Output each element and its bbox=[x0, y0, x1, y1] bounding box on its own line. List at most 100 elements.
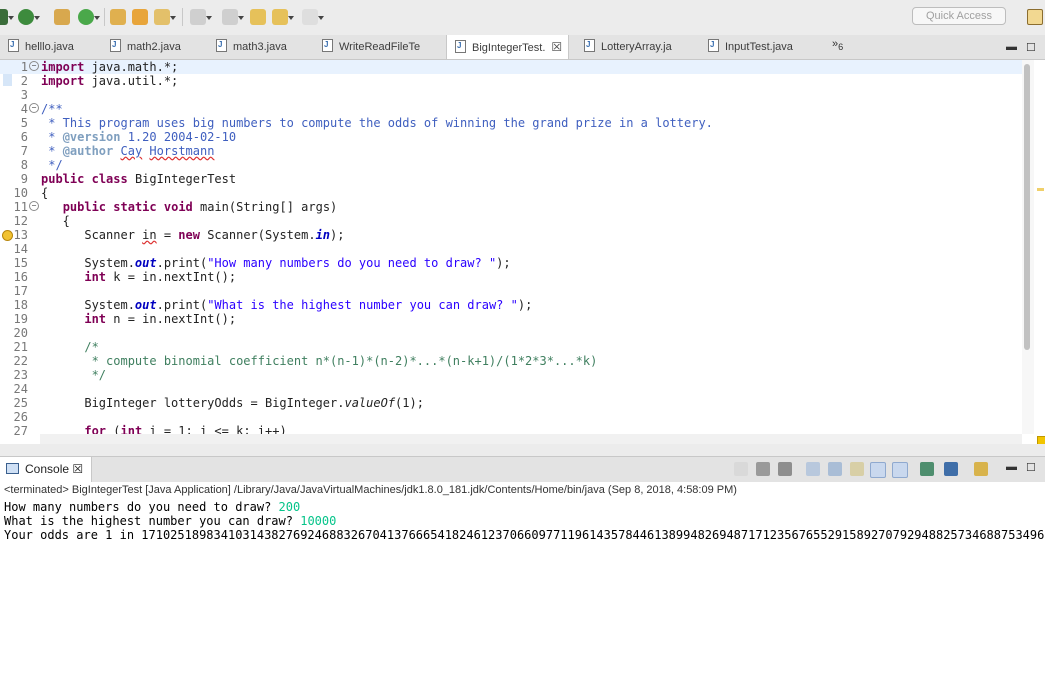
close-icon[interactable]: ☒ bbox=[551, 40, 562, 54]
java-file-icon bbox=[455, 34, 466, 58]
code-line: 16 int k = in.nextInt(); bbox=[13, 270, 237, 284]
code-line: 9 public class BigIntegerTest bbox=[20, 172, 237, 186]
code-line: 14 bbox=[13, 242, 28, 256]
java-file-icon bbox=[216, 33, 227, 57]
perspective-icon[interactable] bbox=[1027, 9, 1043, 25]
console-line: How many numbers do you need to draw? 20… bbox=[4, 500, 301, 514]
tab-writereadfile[interactable]: WriteReadFileTe bbox=[322, 33, 421, 59]
forward-icon[interactable] bbox=[302, 9, 324, 25]
search-icon[interactable] bbox=[154, 9, 176, 25]
debug-icon[interactable] bbox=[0, 9, 14, 25]
remove-launch-icon[interactable] bbox=[756, 462, 770, 476]
tab-label: LotteryArray.ja bbox=[601, 41, 672, 53]
code-line: 24 bbox=[13, 382, 28, 396]
code-line: 7 * @author Cay Horstmann bbox=[20, 144, 215, 158]
overview-ruler bbox=[1035, 60, 1045, 444]
console-icon bbox=[6, 463, 19, 474]
remove-all-launches-icon[interactable] bbox=[778, 462, 792, 476]
code-line: 5 * This program uses big numbers to com… bbox=[20, 116, 713, 130]
maximize-icon[interactable]: ☐ bbox=[1026, 461, 1036, 474]
tab-math2-java[interactable]: math2.java bbox=[110, 33, 181, 59]
code-line: 4−/** bbox=[20, 102, 63, 116]
new-package-icon[interactable] bbox=[54, 9, 70, 25]
horizontal-scrollbar[interactable] bbox=[40, 434, 1022, 444]
display-console-icon[interactable] bbox=[944, 462, 958, 476]
code-line: 11− public static void main(String[] arg… bbox=[13, 200, 338, 214]
close-icon[interactable]: ☒ bbox=[72, 462, 83, 476]
warning-marker[interactable] bbox=[1037, 188, 1044, 191]
code-line: 23 */ bbox=[13, 368, 107, 382]
clear-console-icon[interactable] bbox=[806, 462, 820, 476]
java-file-icon bbox=[322, 33, 333, 57]
console-line: What is the highest number you can draw?… bbox=[4, 514, 337, 528]
overview-status-icon[interactable] bbox=[1037, 436, 1045, 444]
main-toolbar: Quick Access bbox=[0, 0, 1045, 33]
console-line: Your odds are 1 in 171025189834103143827… bbox=[4, 528, 1045, 542]
last-edit-icon[interactable] bbox=[250, 9, 266, 25]
terminate-icon[interactable] bbox=[734, 462, 748, 476]
java-file-icon bbox=[584, 33, 595, 57]
fold-icon[interactable]: − bbox=[29, 103, 39, 113]
tab-label: helllo.java bbox=[25, 41, 74, 53]
minimize-icon[interactable]: ▬ bbox=[1006, 41, 1017, 53]
tab-label: math2.java bbox=[127, 41, 181, 53]
tab-label: WriteReadFileTe bbox=[339, 41, 421, 53]
fold-icon[interactable]: − bbox=[29, 61, 39, 71]
new-console-icon[interactable] bbox=[974, 462, 988, 476]
tab-lotteryarray[interactable]: LotteryArray.ja bbox=[584, 33, 672, 59]
code-line: 21 /* bbox=[13, 340, 99, 354]
prev-annotation-icon[interactable] bbox=[222, 9, 244, 25]
tab-label: InputTest.java bbox=[725, 41, 793, 53]
java-file-icon bbox=[110, 33, 121, 57]
console-tab-label: Console bbox=[25, 462, 70, 476]
code-line: 15 System.out.print("How many numbers do… bbox=[13, 256, 511, 270]
open-type-icon[interactable] bbox=[132, 9, 148, 25]
show-on-stdout-icon[interactable] bbox=[870, 462, 886, 478]
editor-tab-bar: helllo.java math2.java math3.java WriteR… bbox=[0, 33, 1045, 60]
java-file-icon bbox=[8, 33, 19, 57]
toolbar-separator bbox=[104, 8, 105, 26]
code-line: 3 bbox=[20, 88, 28, 102]
code-line: 22 * compute binomial coefficient n*(n-1… bbox=[13, 354, 598, 368]
tab-label: BigIntegerTest. bbox=[472, 42, 546, 54]
tab-overflow-button[interactable]: »6 bbox=[832, 38, 843, 52]
code-line: 25 BigInteger lotteryOdds = BigInteger.v… bbox=[13, 396, 424, 410]
code-line: 12 { bbox=[13, 214, 70, 228]
back-icon[interactable] bbox=[272, 9, 294, 25]
next-annotation-icon[interactable] bbox=[190, 9, 212, 25]
code-line: 10{ bbox=[13, 186, 49, 200]
run-icon[interactable] bbox=[78, 9, 100, 25]
code-line: 8 */ bbox=[20, 158, 63, 172]
maximize-icon[interactable]: ☐ bbox=[1026, 41, 1036, 54]
show-on-stderr-icon[interactable] bbox=[892, 462, 908, 478]
code-line: 20 bbox=[13, 326, 28, 340]
console-output[interactable]: How many numbers do you need to draw? 20… bbox=[0, 498, 1045, 676]
code-line: 13 Scanner in = new Scanner(System.in); bbox=[13, 228, 345, 242]
scrollbar-thumb[interactable] bbox=[1024, 64, 1030, 350]
code-line: 26 bbox=[13, 410, 28, 424]
java-file-icon bbox=[708, 33, 719, 57]
scroll-lock-icon[interactable] bbox=[828, 462, 842, 476]
quick-access-input[interactable]: Quick Access bbox=[912, 7, 1006, 25]
overflow-count: 6 bbox=[838, 42, 844, 53]
code-editor[interactable]: 1− import java.math.*; 2 import java.util.… bbox=[0, 60, 1045, 444]
code-line: 19 int n = in.nextInt(); bbox=[13, 312, 237, 326]
console-user-input: 10000 bbox=[300, 514, 337, 528]
fold-icon[interactable]: − bbox=[29, 201, 39, 211]
tab-helllo-java[interactable]: helllo.java bbox=[8, 33, 74, 59]
console-user-input: 200 bbox=[278, 500, 301, 514]
word-wrap-icon[interactable] bbox=[850, 462, 864, 476]
tab-console[interactable]: Console ☒ bbox=[0, 457, 93, 482]
tab-label: math3.java bbox=[233, 41, 287, 53]
open-folder-icon[interactable] bbox=[110, 9, 126, 25]
tab-inputtest[interactable]: InputTest.java bbox=[708, 33, 793, 59]
code-line: 18 System.out.print("What is the highest… bbox=[13, 298, 533, 312]
tab-bigintegertest[interactable]: BigIntegerTest. ☒ bbox=[446, 34, 570, 59]
minimize-icon[interactable]: ▬ bbox=[1006, 461, 1017, 473]
tab-math3-java[interactable]: math3.java bbox=[216, 33, 287, 59]
pin-console-icon[interactable] bbox=[920, 462, 934, 476]
toolbar-separator bbox=[182, 8, 183, 26]
console-tab-bar: Console ☒ ▬ ☐ bbox=[0, 456, 1045, 483]
code-line: 6 * @version 1.20 2004-02-10 bbox=[20, 130, 237, 144]
run-debug-icon[interactable] bbox=[18, 9, 40, 25]
